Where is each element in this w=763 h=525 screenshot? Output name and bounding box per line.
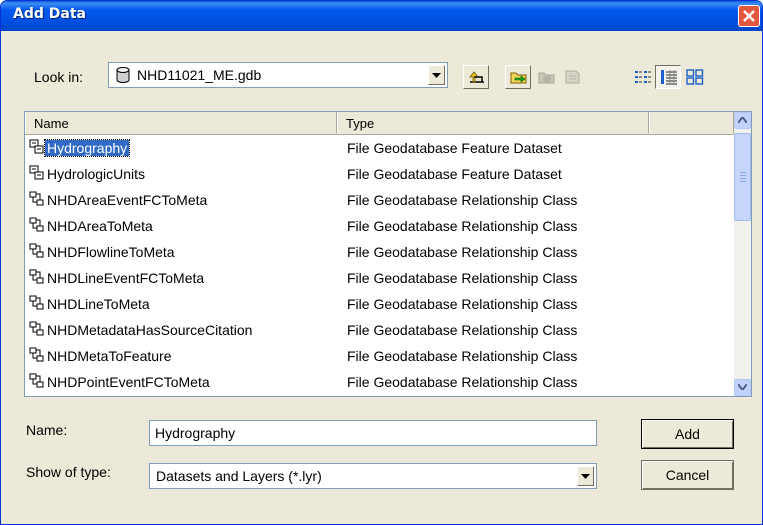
item-type: File Geodatabase Relationship Class xyxy=(347,270,578,286)
look-in-label: Look in: xyxy=(34,69,84,85)
column-header-empty xyxy=(649,112,734,133)
scroll-down-button[interactable] xyxy=(734,379,751,396)
item-name: NHDLineEventFCToMeta xyxy=(47,270,205,286)
show-of-type-dropdown-button[interactable] xyxy=(577,466,594,486)
name-label: Name: xyxy=(26,422,68,438)
list-item[interactable]: HydrologicUnits File Geodatabase Feature … xyxy=(25,161,734,187)
new-folder-icon xyxy=(565,70,580,84)
list-item[interactable]: NHDPointEventFCToMeta File Geodatabase Re… xyxy=(25,369,734,395)
cancel-button[interactable]: Cancel xyxy=(641,460,734,490)
item-name: NHDAreaToMeta xyxy=(47,218,153,234)
relationship-class-icon xyxy=(29,217,45,237)
details-view-icon xyxy=(661,70,677,85)
disconnect-folder-icon xyxy=(538,72,555,84)
up-one-level-button[interactable] xyxy=(463,65,489,89)
item-type: File Geodatabase Relationship Class xyxy=(347,218,578,234)
item-type: File Geodatabase Feature Dataset xyxy=(347,166,562,182)
chevron-down-icon xyxy=(432,73,441,78)
show-of-type-value: Datasets and Layers (*.lyr) xyxy=(156,468,322,484)
relationship-class-icon xyxy=(29,347,45,367)
feature-dataset-icon xyxy=(29,139,45,159)
feature-dataset-icon xyxy=(29,165,45,185)
window-title: Add Data xyxy=(13,6,86,22)
list-header: Name Type xyxy=(25,112,734,135)
show-of-type-label: Show of type: xyxy=(26,464,111,480)
list-view-button[interactable] xyxy=(629,65,655,89)
list-item[interactable]: NHDAreaEventFCToMeta File Geodatabase Rel… xyxy=(25,187,734,213)
item-name: NHDMetadataHasSourceCitation xyxy=(47,322,253,338)
name-input[interactable]: Hydrography xyxy=(149,420,597,446)
relationship-class-icon xyxy=(29,191,45,211)
vertical-scrollbar[interactable] xyxy=(734,112,751,396)
list-item[interactable]: NHDMetaToFeature File Geodatabase Relatio… xyxy=(25,343,734,369)
close-button[interactable] xyxy=(738,5,760,27)
look-in-dropdown-button[interactable] xyxy=(428,65,445,85)
item-name: NHDPointEventFCToMeta xyxy=(47,374,210,390)
title-bar[interactable]: Add Data xyxy=(1,1,762,31)
item-name: Hydrography xyxy=(43,139,131,157)
chevron-up-icon xyxy=(738,117,747,123)
relationship-class-icon xyxy=(29,295,45,315)
item-type: File Geodatabase Relationship Class xyxy=(347,296,578,312)
geodatabase-icon xyxy=(116,67,130,83)
list-item[interactable]: Hydrography File Geodatabase Feature Data… xyxy=(25,135,734,161)
list-view-icon xyxy=(635,71,651,83)
item-name: NHDLineToMeta xyxy=(47,296,150,312)
item-type: File Geodatabase Feature Dataset xyxy=(347,140,562,156)
thumbnails-view-button[interactable] xyxy=(681,65,707,89)
item-name: NHDAreaEventFCToMeta xyxy=(47,192,208,208)
relationship-class-icon xyxy=(29,243,45,263)
show-of-type-dropdown[interactable]: Datasets and Layers (*.lyr) xyxy=(149,463,597,489)
item-name: HydrologicUnits xyxy=(47,166,146,182)
add-button[interactable]: Add xyxy=(641,419,734,449)
chevron-down-icon xyxy=(581,474,590,479)
item-type: File Geodatabase Relationship Class xyxy=(347,348,578,364)
add-data-dialog: Add Data Look in: NHD11021_ME.gdb Name T… xyxy=(0,0,763,525)
column-header-type[interactable]: Type xyxy=(337,112,649,133)
close-icon xyxy=(743,10,755,22)
look-in-value: NHD11021_ME.gdb xyxy=(137,67,262,83)
list-item[interactable]: NHDLineEventFCToMeta File Geodatabase Rel… xyxy=(25,265,734,291)
new-folder-button[interactable] xyxy=(559,65,585,89)
list-item[interactable]: NHDFlowlineToMeta File Geodatabase Relati… xyxy=(25,239,734,265)
relationship-class-icon xyxy=(29,321,45,341)
item-type: File Geodatabase Relationship Class xyxy=(347,192,578,208)
column-header-name[interactable]: Name xyxy=(25,112,337,133)
thumbnails-view-icon xyxy=(686,69,704,85)
chevron-down-icon xyxy=(738,384,747,390)
item-name: NHDFlowlineToMeta xyxy=(47,244,175,260)
file-list[interactable]: Name Type Hydrography File Geodatabase Fe… xyxy=(24,111,752,397)
item-name: NHDMetaToFeature xyxy=(47,348,172,364)
details-view-button[interactable] xyxy=(655,65,681,89)
look-in-dropdown[interactable]: NHD11021_ME.gdb xyxy=(108,62,448,88)
connect-to-folder-icon xyxy=(510,72,527,84)
list-item[interactable]: NHDAreaToMeta File Geodatabase Relationsh… xyxy=(25,213,734,239)
disconnect-folder-button[interactable] xyxy=(533,65,559,89)
list-rows: Hydrography File Geodatabase Feature Data… xyxy=(25,135,734,395)
relationship-class-icon xyxy=(29,373,45,393)
scroll-up-button[interactable] xyxy=(734,112,751,129)
relationship-class-icon xyxy=(29,269,45,289)
up-one-level-icon xyxy=(469,71,484,83)
item-type: File Geodatabase Relationship Class xyxy=(347,374,578,390)
item-type: File Geodatabase Relationship Class xyxy=(347,322,578,338)
item-type: File Geodatabase Relationship Class xyxy=(347,244,578,260)
connect-to-folder-button[interactable] xyxy=(505,65,531,89)
list-item[interactable]: NHDLineToMeta File Geodatabase Relationsh… xyxy=(25,291,734,317)
scroll-thumb[interactable] xyxy=(734,133,751,221)
list-item[interactable]: NHDMetadataHasSourceCitation File Geodata… xyxy=(25,317,734,343)
